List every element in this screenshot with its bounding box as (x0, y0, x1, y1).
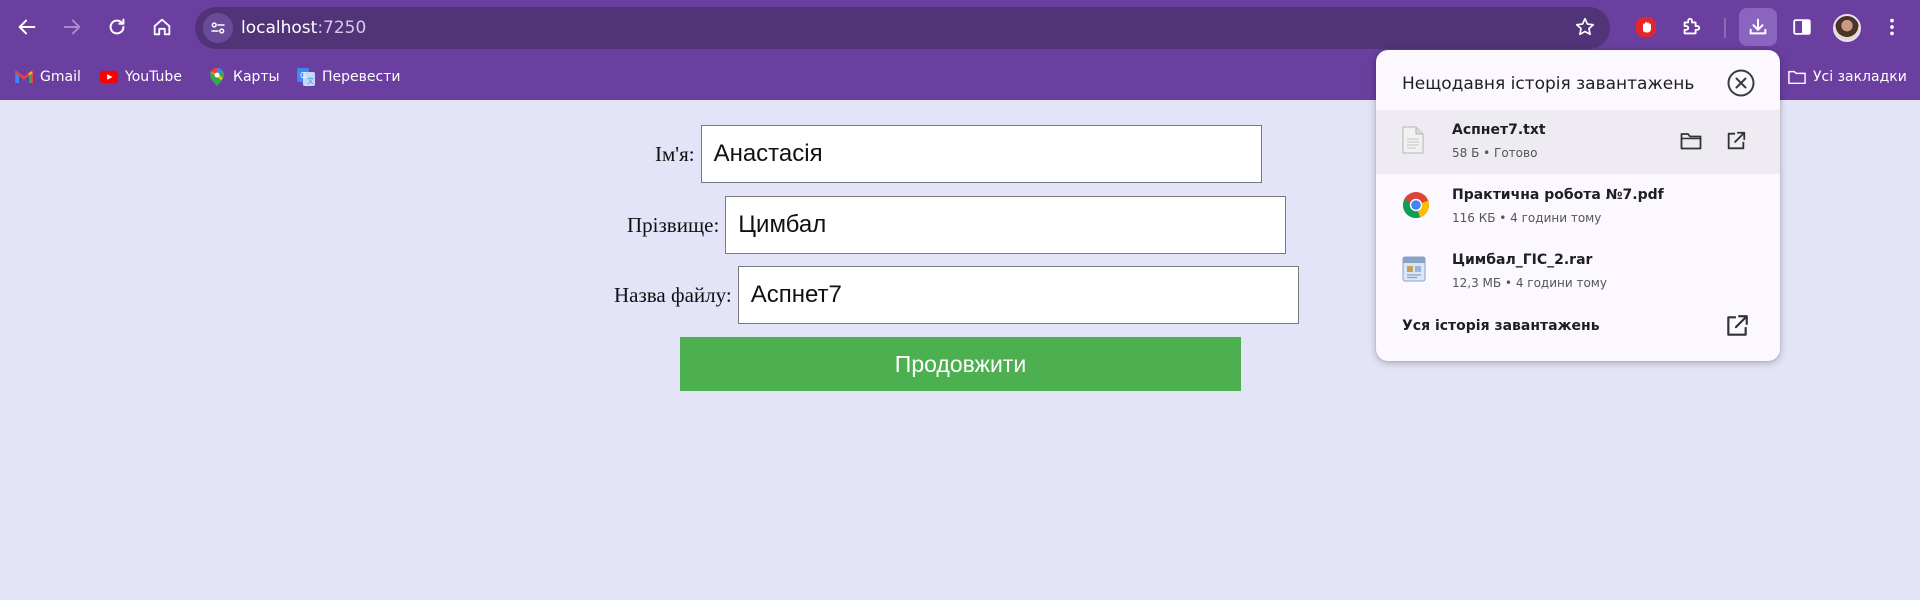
bookmark-translate[interactable]: G文 Перевести (297, 66, 400, 88)
all-bookmarks-label: Усі закладки (1813, 69, 1907, 85)
forward-button[interactable] (54, 9, 90, 45)
download-item[interactable]: Практична робота №7.pdf 116 КБ • 4 годин… (1376, 175, 1780, 239)
browser-toolbar: localhost:7250 (0, 0, 1920, 55)
all-bookmarks-button[interactable]: Усі закладки (1788, 66, 1907, 88)
url-host: localhost (241, 18, 318, 38)
translate-icon: G文 (297, 68, 315, 86)
close-circle-icon (1727, 69, 1755, 97)
chrome-icon (1402, 191, 1430, 219)
folder-icon (1680, 133, 1702, 150)
extensions-button[interactable] (1673, 9, 1709, 45)
continue-button[interactable]: Продовжити (680, 337, 1241, 391)
open-external-icon (1727, 131, 1746, 150)
download-meta: 116 КБ • 4 години тому (1452, 211, 1602, 225)
bookmark-gmail[interactable]: Gmail (15, 66, 81, 88)
maps-icon (208, 68, 226, 86)
download-item[interactable]: Аспнет7.txt 58 Б • Готово (1376, 110, 1780, 174)
back-button[interactable] (9, 9, 45, 45)
arrow-right-icon (63, 19, 81, 35)
bookmark-maps[interactable]: Карты (208, 66, 280, 88)
first-name-row: Ім'я: Анастасія (655, 124, 1262, 184)
file-name-row: Назва файлу: Аспнет7 (614, 265, 1299, 325)
download-filename: Аспнет7.txt (1452, 122, 1546, 138)
open-external-icon[interactable] (1724, 313, 1750, 339)
download-icon (1749, 18, 1767, 35)
archive-file-icon (1402, 256, 1428, 284)
adblock-hand-icon (1636, 17, 1656, 37)
puzzle-icon (1683, 17, 1701, 35)
side-panel-icon (1793, 19, 1811, 35)
show-in-folder-button[interactable] (1676, 126, 1706, 156)
menu-button[interactable] (1874, 9, 1910, 45)
open-file-button[interactable] (1721, 126, 1751, 156)
url-text[interactable]: localhost:7250 (241, 18, 366, 38)
bookmark-youtube[interactable]: YouTube (100, 66, 182, 88)
more-vertical-icon (1890, 18, 1894, 36)
last-name-label: Прізвище: (627, 212, 720, 237)
file-name-input[interactable]: Аспнет7 (737, 266, 1299, 324)
arrow-left-icon (18, 19, 36, 35)
side-panel-button[interactable] (1784, 9, 1820, 45)
star-icon (1575, 17, 1595, 36)
download-item[interactable]: Цимбал_ГІС_2.rar 12,3 МБ • 4 години тому (1376, 240, 1780, 304)
youtube-icon (100, 69, 118, 85)
last-name-row: Прізвище: Цимбал (627, 195, 1287, 255)
extension-adblock-button[interactable] (1628, 9, 1664, 45)
text-file-icon (1402, 126, 1428, 154)
bookmark-label: Gmail (40, 69, 81, 85)
last-name-input[interactable]: Цимбал (725, 196, 1287, 254)
close-downloads-button[interactable] (1726, 68, 1756, 98)
reload-icon (109, 18, 125, 35)
all-downloads-link[interactable]: Уся історія завантажень (1402, 318, 1600, 334)
profile-avatar[interactable] (1833, 14, 1861, 42)
reload-button[interactable] (99, 9, 135, 45)
bookmark-star-button[interactable] (1574, 16, 1596, 43)
bookmark-label: Перевести (322, 69, 401, 85)
address-bar[interactable]: localhost:7250 (195, 7, 1610, 49)
svg-text:文: 文 (307, 76, 314, 85)
site-info-button[interactable] (203, 13, 233, 43)
download-filename: Практична робота №7.pdf (1452, 187, 1664, 203)
bookmark-label: YouTube (125, 69, 182, 85)
download-meta: 12,3 МБ • 4 години тому (1452, 276, 1607, 290)
first-name-input[interactable]: Анастасія (700, 125, 1262, 183)
gmail-icon (15, 69, 33, 85)
download-filename: Цимбал_ГІС_2.rar (1452, 252, 1593, 268)
first-name-label: Ім'я: (655, 141, 695, 166)
home-icon (153, 18, 171, 36)
toolbar-separator (1724, 18, 1726, 38)
downloads-button[interactable] (1739, 8, 1777, 46)
svg-text:G: G (300, 71, 306, 80)
downloads-bubble: Нещодавня історія завантажень Аспнет7.tx… (1376, 50, 1780, 361)
url-port: :7250 (317, 18, 367, 38)
folder-icon (1788, 69, 1806, 85)
file-name-label: Назва файлу: (614, 282, 732, 307)
download-meta: 58 Б • Готово (1452, 146, 1538, 160)
bookmark-label: Карты (233, 69, 280, 85)
downloads-title: Нещодавня історія завантажень (1402, 74, 1695, 94)
home-button[interactable] (144, 9, 180, 45)
tune-icon (211, 22, 225, 34)
